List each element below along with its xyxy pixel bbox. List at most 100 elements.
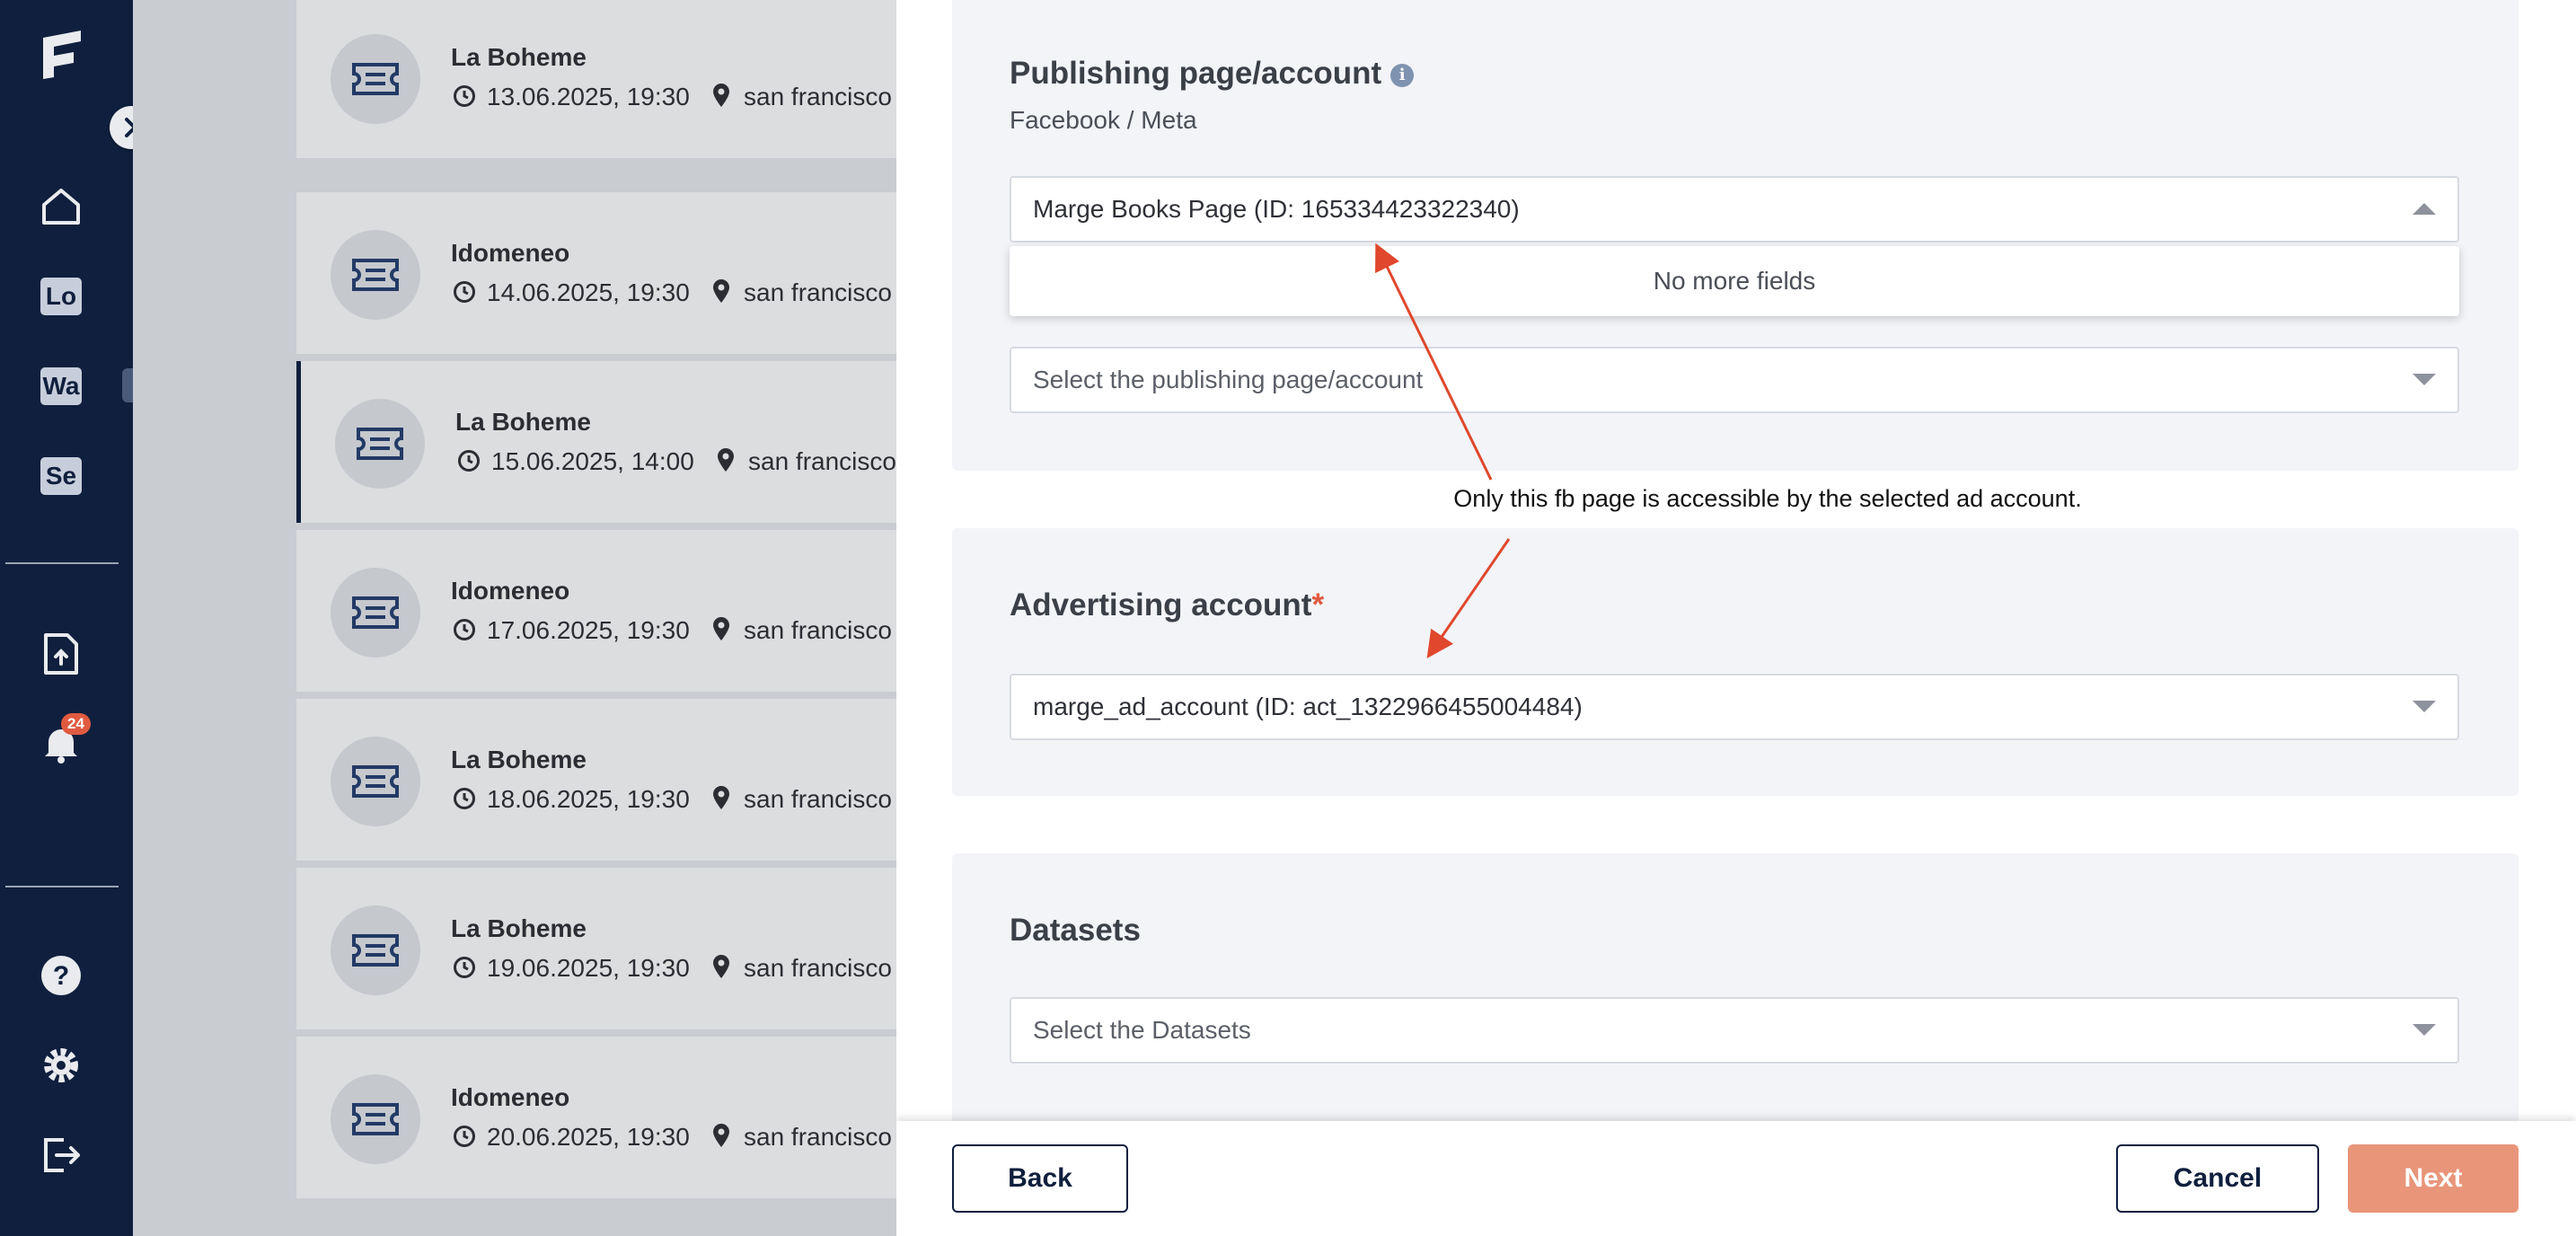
annotation-text: Only this fb page is accessible by the s… — [1453, 485, 2082, 512]
left-nav: Lo Wa Se 24 ? — [0, 0, 153, 1236]
clock-icon — [454, 619, 475, 640]
second-publishing-placeholder: Select the publishing page/account — [1033, 366, 1424, 393]
datasets-section: Datasets Select the Datasets — [952, 853, 2519, 1141]
ticket-icon — [331, 737, 420, 826]
nav-divider — [5, 562, 119, 564]
event-list: La Boheme 13.06.2025, 19:30 san francisc… — [296, 0, 896, 1236]
ticket-icon — [331, 1074, 420, 1164]
event-item[interactable]: Idomeneo 17.06.2025, 19:30 san francisco — [296, 530, 896, 692]
event-location: san francisco — [744, 1123, 892, 1151]
event-date: 18.06.2025, 19:30 — [487, 785, 690, 813]
location-pin-icon — [713, 955, 729, 978]
nav-lo-label: Lo — [40, 278, 82, 315]
event-item-selected[interactable]: La Boheme 15.06.2025, 14:00 san francisc… — [296, 361, 896, 523]
notification-badge: 24 — [61, 713, 91, 735]
nav-settings[interactable] — [36, 1040, 86, 1090]
back-button[interactable]: Back — [952, 1144, 1128, 1213]
event-date: 19.06.2025, 19:30 — [487, 954, 690, 982]
home-icon — [42, 189, 80, 225]
ticket-icon — [335, 399, 425, 489]
next-button[interactable]: Next — [2348, 1144, 2519, 1213]
publishing-page-select[interactable]: Marge Books Page (ID: 165334423322340) — [1010, 176, 2459, 243]
nav-help[interactable]: ? — [36, 950, 86, 1001]
clock-icon — [454, 788, 475, 809]
caret-up-icon — [2413, 203, 2436, 215]
cancel-button[interactable]: Cancel — [2116, 1144, 2319, 1213]
location-pin-icon — [718, 448, 734, 472]
event-item[interactable]: La Boheme 19.06.2025, 19:30 san francisc… — [296, 868, 896, 1029]
second-publishing-select[interactable]: Select the publishing page/account — [1010, 347, 2459, 413]
advertising-account-value: marge_ad_account (ID: act_13229664550044… — [1033, 693, 1583, 720]
nav-lo[interactable]: Lo — [36, 271, 86, 322]
ticket-icon — [331, 230, 420, 320]
nav-logout[interactable] — [36, 1130, 86, 1180]
event-date: 14.06.2025, 19:30 — [487, 278, 690, 306]
help-icon: ? — [41, 956, 81, 995]
nav-divider — [5, 886, 119, 887]
wizard-footer: Back Cancel Next — [896, 1121, 2576, 1236]
location-pin-icon — [713, 786, 729, 809]
nav-wa[interactable]: Wa — [36, 361, 86, 411]
event-item[interactable]: La Boheme 13.06.2025, 19:30 san francisc… — [296, 0, 896, 158]
event-date: 17.06.2025, 19:30 — [487, 616, 690, 644]
nav-home[interactable] — [36, 181, 86, 232]
event-name: La Boheme — [455, 408, 591, 436]
event-name: La Boheme — [451, 43, 587, 71]
ticket-icon — [331, 568, 420, 658]
logout-icon — [44, 1138, 80, 1172]
caret-down-icon — [2413, 701, 2436, 712]
svg-text:?: ? — [53, 961, 69, 991]
clock-icon — [458, 450, 480, 472]
nav-se-label: Se — [40, 457, 82, 495]
event-date: 20.06.2025, 19:30 — [487, 1123, 690, 1151]
publishing-title-text: Publishing page/account — [1010, 56, 1382, 91]
ticket-icon — [331, 34, 420, 124]
ticket-icon — [331, 905, 420, 995]
location-pin-icon — [713, 279, 729, 303]
event-item[interactable]: Idomeneo 14.06.2025, 19:30 san francisco — [296, 192, 896, 354]
required-mark: * — [1311, 587, 1325, 622]
advertising-section: Advertising account* marge_ad_account (I… — [952, 528, 2519, 796]
advertising-account-select[interactable]: marge_ad_account (ID: act_13229664550044… — [1010, 674, 2459, 740]
event-location: san francisco — [744, 278, 892, 306]
event-location: san francisco — [744, 83, 892, 110]
location-pin-icon — [713, 1124, 729, 1147]
clock-icon — [454, 85, 475, 107]
caret-down-icon — [2413, 1024, 2436, 1036]
advertising-title: Advertising account* — [1010, 587, 1324, 623]
event-location: san francisco — [744, 954, 892, 982]
event-item[interactable]: Idomeneo 20.06.2025, 19:30 san francisco — [296, 1037, 896, 1198]
datasets-select[interactable]: Select the Datasets — [1010, 997, 2459, 1064]
dropdown-empty-text: No more fields — [1653, 267, 1816, 295]
event-name: Idomeneo — [451, 577, 570, 605]
publishing-dropdown-menu: No more fields — [1010, 246, 2459, 316]
clock-icon — [454, 1126, 475, 1147]
datasets-placeholder: Select the Datasets — [1033, 1016, 1251, 1044]
nav-file-upload[interactable] — [36, 629, 86, 679]
event-name: La Boheme — [451, 914, 587, 942]
clock-icon — [454, 281, 475, 303]
publishing-section: Publishing page/account i Facebook / Meta… — [952, 0, 2519, 471]
caret-down-icon — [2413, 374, 2436, 385]
event-location: san francisco — [744, 616, 892, 644]
nav-wa-label: Wa — [40, 367, 82, 405]
event-name: La Boheme — [451, 746, 587, 773]
publishing-title: Publishing page/account i — [1010, 56, 1415, 92]
location-pin-icon — [713, 617, 729, 640]
gear-icon — [44, 1048, 78, 1082]
event-item[interactable]: La Boheme 18.06.2025, 19:30 san francisc… — [296, 699, 896, 861]
publishing-page-value: Marge Books Page (ID: 165334423322340) — [1033, 195, 1520, 223]
event-location: san francisco — [748, 447, 896, 475]
location-pin-icon — [713, 84, 729, 107]
advertising-title-text: Advertising account — [1010, 587, 1312, 622]
info-icon[interactable]: i — [1390, 63, 1415, 87]
event-name: Idomeneo — [451, 239, 570, 267]
nav-se[interactable]: Se — [36, 451, 86, 501]
event-name: Idomeneo — [451, 1083, 570, 1111]
datasets-title: Datasets — [1010, 913, 1141, 948]
campaign-setup-panel: Publishing page/account i Facebook / Meta… — [896, 0, 2576, 1236]
platform-label: Facebook / Meta — [1010, 106, 1197, 134]
event-location: san francisco — [744, 785, 892, 813]
event-date: 15.06.2025, 14:00 — [491, 447, 694, 475]
app-logo-icon[interactable] — [40, 29, 86, 79]
